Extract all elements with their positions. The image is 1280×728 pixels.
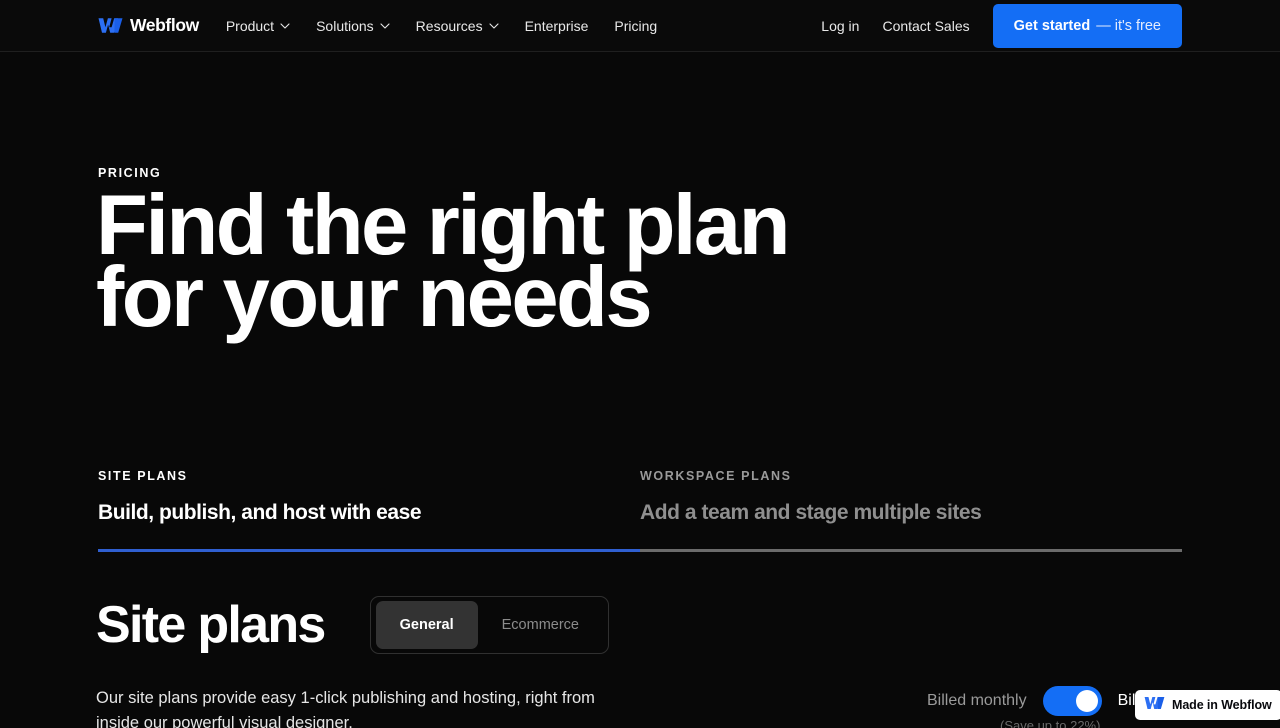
plan-category-segmented-control: General Ecommerce: [369, 596, 609, 654]
nav-link-pricing-label: Pricing: [614, 17, 658, 34]
top-navbar: Webflow Product Solutions Resources Ente…: [0, 0, 1280, 52]
contact-sales-link[interactable]: Contact Sales: [882, 19, 969, 33]
navbar-right-group: Log in Contact Sales Get started — it's …: [821, 0, 1182, 52]
chevron-down-icon: [489, 22, 499, 29]
made-in-webflow-badge[interactable]: Made in Webflow: [1135, 690, 1280, 720]
section-description: Our site plans provide easy 1-click publ…: [96, 689, 595, 728]
tab-underline-track: [98, 549, 1182, 552]
site-plans-header: Site plans General Ecommerce: [96, 596, 609, 654]
made-in-webflow-label: Made in Webflow: [1172, 698, 1272, 712]
nav-link-product[interactable]: Product: [226, 19, 290, 33]
nav-link-product-label: Product: [225, 17, 275, 34]
nav-link-enterprise[interactable]: Enterprise: [525, 19, 589, 33]
webflow-logo-icon: [1144, 696, 1165, 715]
nav-link-enterprise-label: Enterprise: [524, 17, 589, 34]
nav-link-pricing[interactable]: Pricing: [614, 19, 657, 33]
nav-link-solutions[interactable]: Solutions: [316, 19, 390, 33]
navbar-links: Product Solutions Resources Enterprise P…: [226, 19, 657, 33]
billing-savings-note: (Save up to 22%): [1000, 718, 1101, 728]
segment-general[interactable]: General: [375, 601, 478, 649]
tab-site-plans[interactable]: SITE PLANS Build, publish, and host with…: [98, 470, 640, 525]
webflow-logo-link[interactable]: Webflow: [98, 14, 199, 35]
tab-workspace-plans-kicker: WORKSPACE PLANS: [640, 469, 792, 483]
nav-link-solutions-label: Solutions: [316, 17, 374, 34]
webflow-logo-icon: [98, 17, 123, 34]
tab-workspace-plans[interactable]: WORKSPACE PLANS Add a team and stage mul…: [640, 470, 1182, 525]
navbar-left-group: Webflow Product Solutions Resources Ente…: [98, 14, 657, 35]
plan-type-tabs: SITE PLANS Build, publish, and host with…: [98, 470, 1182, 525]
tab-site-plans-headline: Build, publish, and host with ease: [98, 500, 422, 524]
chevron-down-icon: [380, 22, 390, 29]
get-started-label: Get started: [1013, 18, 1091, 34]
tab-site-plans-kicker: SITE PLANS: [98, 469, 188, 483]
tab-underline-active: [98, 549, 640, 552]
tab-workspace-plans-headline: Add a team and stage multiple sites: [640, 500, 982, 524]
get-started-button[interactable]: Get started — it's free: [992, 4, 1182, 48]
login-link-label: Log in: [821, 18, 860, 34]
nav-link-resources[interactable]: Resources: [416, 19, 499, 33]
billing-period-control: Billed monthly Billed: [927, 686, 1157, 716]
billing-period-toggle[interactable]: [1042, 686, 1102, 716]
toggle-knob: [1075, 690, 1098, 712]
login-link[interactable]: Log in: [821, 19, 859, 33]
segment-ecommerce[interactable]: Ecommerce: [478, 601, 603, 649]
webflow-wordmark: Webflow: [130, 14, 199, 35]
section-title: Site plans: [96, 596, 326, 654]
chevron-down-icon: [280, 22, 290, 29]
get-started-subtext: — it's free: [1096, 18, 1161, 34]
page-title: Find the right plan for your needs: [96, 178, 791, 345]
nav-link-resources-label: Resources: [415, 17, 483, 34]
contact-sales-link-label: Contact Sales: [882, 18, 970, 34]
billing-monthly-label[interactable]: Billed monthly: [927, 693, 1027, 709]
